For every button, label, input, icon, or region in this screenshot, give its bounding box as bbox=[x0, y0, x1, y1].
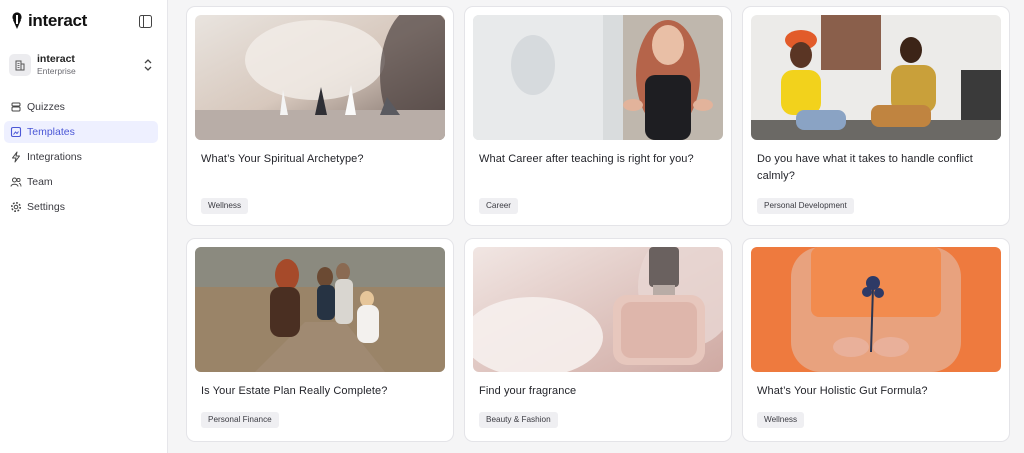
category-tag: Wellness bbox=[201, 198, 249, 214]
stack-icon bbox=[10, 101, 22, 113]
templates-icon bbox=[10, 126, 22, 138]
template-card[interactable]: Do you have what it takes to handle conf… bbox=[742, 6, 1010, 226]
template-title: What Career after teaching is right for … bbox=[479, 153, 694, 165]
category-tag: Career bbox=[479, 198, 519, 214]
template-title: Is Your Estate Plan Really Complete? bbox=[201, 385, 388, 397]
org-switcher[interactable]: interact Enterprise bbox=[9, 52, 157, 78]
conversation-photo bbox=[751, 15, 1001, 140]
team-icon bbox=[10, 176, 22, 188]
template-card[interactable]: Is Your Estate Plan Really Complete? Per… bbox=[186, 238, 454, 442]
sidebar: interact interact Enterprise Quizzes Tem… bbox=[0, 0, 168, 453]
sidebar-collapse-icon[interactable] bbox=[139, 15, 152, 28]
sidebar-item-team[interactable]: Team bbox=[4, 171, 158, 193]
category-tag: Personal Finance bbox=[201, 412, 279, 428]
chevron-up-down-icon bbox=[144, 59, 152, 71]
category-tag: Beauty & Fashion bbox=[479, 412, 558, 428]
template-title: What’s Your Holistic Gut Formula? bbox=[757, 385, 928, 397]
templates-gallery: What’s Your Spiritual Archetype? Wellnes… bbox=[185, 0, 1024, 453]
template-title: Do you have what it takes to handle conf… bbox=[757, 153, 973, 182]
bolt-icon bbox=[10, 151, 22, 163]
template-card[interactable]: What’s Your Holistic Gut Formula? Wellne… bbox=[742, 238, 1010, 442]
org-name: interact bbox=[37, 53, 75, 65]
sidebar-item-quizzes[interactable]: Quizzes bbox=[4, 96, 158, 118]
sidebar-item-label: Integrations bbox=[27, 151, 82, 163]
sidebar-item-settings[interactable]: Settings bbox=[4, 196, 158, 218]
sidebar-item-label: Templates bbox=[27, 126, 75, 138]
sidebar-item-integrations[interactable]: Integrations bbox=[4, 146, 158, 168]
brand-name: interact bbox=[28, 11, 88, 30]
flower-photo bbox=[751, 247, 1001, 372]
sidebar-item-label: Settings bbox=[27, 201, 65, 213]
org-plan: Enterprise bbox=[37, 66, 76, 76]
template-card[interactable]: Find your fragrance Beauty & Fashion bbox=[464, 238, 732, 442]
teacher-photo bbox=[473, 15, 723, 140]
template-title: What’s Your Spiritual Archetype? bbox=[201, 153, 364, 165]
building-icon bbox=[9, 54, 31, 76]
sidebar-item-templates[interactable]: Templates bbox=[4, 121, 158, 143]
template-card[interactable]: What’s Your Spiritual Archetype? Wellnes… bbox=[186, 6, 454, 226]
interact-logo-icon bbox=[12, 12, 22, 29]
brand-logo[interactable]: interact bbox=[10, 11, 87, 31]
sidebar-item-label: Quizzes bbox=[27, 101, 65, 113]
family-walk-photo bbox=[195, 247, 445, 372]
template-title: Find your fragrance bbox=[479, 385, 577, 397]
perfume-photo bbox=[473, 247, 723, 372]
sidebar-item-label: Team bbox=[27, 176, 53, 188]
sidebar-nav: Quizzes Templates Integrations Team Sett… bbox=[4, 96, 158, 221]
category-tag: Personal Development bbox=[757, 198, 854, 214]
category-tag: Wellness bbox=[757, 412, 805, 428]
crystals-photo bbox=[195, 15, 445, 140]
gear-icon bbox=[10, 201, 22, 213]
template-card[interactable]: What Career after teaching is right for … bbox=[464, 6, 732, 226]
